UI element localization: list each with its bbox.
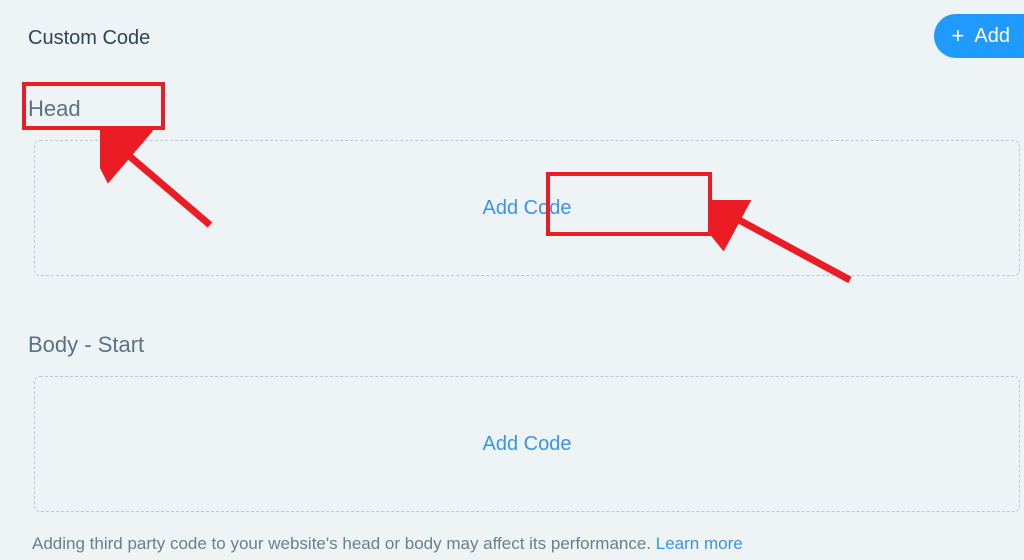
plus-icon: + — [952, 25, 965, 47]
footer-note: Adding third party code to your website'… — [32, 534, 743, 554]
body-start-code-slot[interactable]: Add Code — [34, 376, 1020, 512]
add-button-label: Add — [974, 25, 1010, 48]
header-row: Custom Code — [28, 18, 1024, 58]
add-custom-code-button[interactable]: + Add — [934, 14, 1024, 58]
section-head-label: Head — [28, 96, 1024, 122]
head-code-slot[interactable]: Add Code — [34, 140, 1020, 276]
custom-code-settings-page: Custom Code + Add Head Add Code Body - S… — [0, 0, 1024, 560]
section-body-start-label: Body - Start — [28, 332, 1024, 358]
learn-more-link[interactable]: Learn more — [656, 534, 743, 553]
page-title: Custom Code — [28, 27, 150, 50]
section-body-start: Body - Start Add Code — [28, 332, 1024, 512]
add-code-button-head[interactable]: Add Code — [483, 197, 572, 220]
footer-note-text: Adding third party code to your website'… — [32, 534, 656, 553]
add-code-button-body-start[interactable]: Add Code — [483, 433, 572, 456]
section-head: Head Add Code — [28, 96, 1024, 276]
